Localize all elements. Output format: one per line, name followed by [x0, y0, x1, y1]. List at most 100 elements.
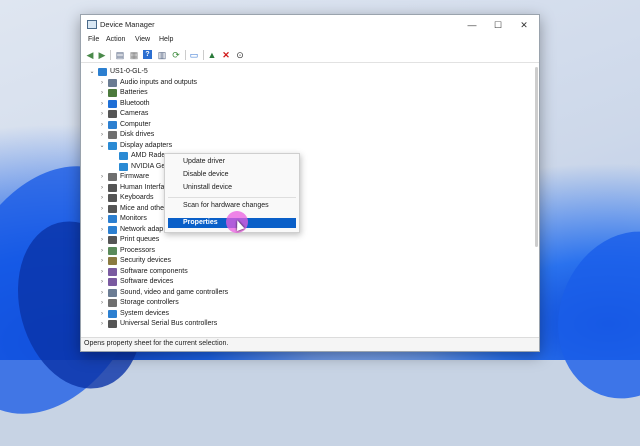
- tree-item[interactable]: › Disk drives: [81, 130, 521, 140]
- chevron-right-icon[interactable]: ›: [99, 309, 105, 319]
- monitor-icon[interactable]: ▭: [189, 50, 199, 60]
- uninstall-icon[interactable]: ✕: [221, 50, 231, 60]
- gpu-icon: [119, 152, 128, 160]
- tree-item[interactable]: › Print queues: [81, 235, 521, 245]
- chevron-right-icon[interactable]: ›: [99, 256, 105, 266]
- monitor-icon: [108, 215, 117, 223]
- tree-item[interactable]: › Computer: [81, 120, 521, 130]
- chevron-right-icon[interactable]: ›: [99, 235, 105, 245]
- tree-item[interactable]: › Processors: [81, 246, 521, 256]
- audio-icon: [108, 79, 117, 87]
- wallpaper-bloom-shape: [535, 211, 640, 419]
- tree-root[interactable]: ⌄ US1-0-GL-5: [81, 67, 521, 77]
- tree-item[interactable]: › Storage controllers: [81, 298, 521, 308]
- tree-item[interactable]: › Keyboards: [81, 193, 521, 203]
- tree-item-label: Bluetooth: [120, 100, 150, 107]
- tree-item[interactable]: › Security devices: [81, 256, 521, 266]
- tree-item-label: NVIDIA Ge: [131, 163, 166, 170]
- menu-help[interactable]: Help: [159, 36, 173, 43]
- back-icon[interactable]: ◀: [85, 50, 95, 60]
- chevron-right-icon[interactable]: ›: [99, 225, 105, 235]
- tree-item[interactable]: › Firmware: [81, 172, 521, 182]
- close-button[interactable]: ✕: [511, 17, 537, 33]
- chevron-right-icon[interactable]: ›: [99, 183, 105, 193]
- display-adapter-icon: [108, 142, 117, 150]
- device-manager-icon: [87, 20, 97, 29]
- tree-item[interactable]: › Network adap: [81, 225, 521, 235]
- computer-icon: [108, 121, 117, 129]
- download-icon[interactable]: ⊙: [235, 50, 245, 60]
- chevron-right-icon[interactable]: ›: [99, 172, 105, 182]
- chevron-down-icon[interactable]: ⌄: [89, 67, 95, 77]
- context-uninstall-device[interactable]: Uninstall device: [183, 184, 232, 191]
- panel-icon[interactable]: ▥: [157, 50, 167, 60]
- chevron-right-icon[interactable]: ›: [99, 78, 105, 88]
- chevron-right-icon[interactable]: ›: [99, 298, 105, 308]
- tree-item[interactable]: › Mice and othe: [81, 204, 521, 214]
- update-driver-icon[interactable]: ▲: [207, 50, 217, 60]
- chevron-right-icon[interactable]: ›: [99, 288, 105, 298]
- list-icon[interactable]: ▦: [129, 50, 139, 60]
- tree-item[interactable]: › Human Interfa: [81, 183, 521, 193]
- tree-item-label: Sound, video and game controllers: [120, 289, 229, 296]
- chevron-right-icon[interactable]: ›: [99, 130, 105, 140]
- chevron-right-icon[interactable]: ›: [99, 204, 105, 214]
- tree-item[interactable]: › Software components: [81, 267, 521, 277]
- tree-item-label: Batteries: [120, 89, 148, 96]
- chevron-right-icon[interactable]: ›: [99, 99, 105, 109]
- tree-item-label: Security devices: [120, 257, 171, 264]
- menu-file[interactable]: File: [88, 36, 99, 43]
- context-scan-hardware[interactable]: Scan for hardware changes: [183, 202, 269, 209]
- tree-item-label: Display adapters: [120, 142, 173, 149]
- tree-item[interactable]: › Batteries: [81, 88, 521, 98]
- tree-item-label: Universal Serial Bus controllers: [120, 320, 218, 327]
- maximize-button[interactable]: ☐: [485, 17, 511, 33]
- tree-item-label: Print queues: [120, 236, 160, 243]
- tree-child-item[interactable]: AMD Radeon: [81, 151, 521, 161]
- chevron-right-icon[interactable]: ›: [99, 267, 105, 277]
- tree-item[interactable]: › Audio inputs and outputs: [81, 78, 521, 88]
- tree-item-label: Mice and othe: [120, 205, 164, 212]
- toolbar: ◀ ▶ ▤ ▦ ? ▥ ⟳ ▭ ▲ ✕ ⊙: [81, 48, 539, 63]
- tree-item-label: Storage controllers: [120, 299, 179, 306]
- tree-item[interactable]: › Monitors: [81, 214, 521, 224]
- menu-view[interactable]: View: [135, 36, 150, 43]
- tree-item-label: Firmware: [120, 173, 150, 180]
- context-properties[interactable]: Properties: [183, 219, 218, 226]
- chevron-right-icon[interactable]: ›: [99, 277, 105, 287]
- tree-item[interactable]: › Bluetooth: [81, 99, 521, 109]
- tree-item[interactable]: › Sound, video and game controllers: [81, 288, 521, 298]
- toolbar-separator: [185, 50, 186, 60]
- context-disable-device[interactable]: Disable device: [183, 171, 229, 178]
- vertical-scrollbar[interactable]: [535, 67, 538, 247]
- help-icon[interactable]: ?: [143, 50, 152, 59]
- chevron-right-icon[interactable]: ›: [99, 214, 105, 224]
- tree-item-label: Software components: [120, 268, 188, 275]
- chevron-right-icon[interactable]: ›: [99, 120, 105, 130]
- software-component-icon: [108, 268, 117, 276]
- properties-icon[interactable]: ▤: [115, 50, 125, 60]
- chevron-down-icon[interactable]: ⌄: [99, 141, 105, 151]
- tree-item[interactable]: › Cameras: [81, 109, 521, 119]
- chevron-right-icon[interactable]: ›: [99, 193, 105, 203]
- minimize-button[interactable]: —: [459, 17, 485, 33]
- chevron-right-icon[interactable]: ›: [99, 319, 105, 329]
- tree-item[interactable]: ⌄ Display adapters: [81, 141, 521, 151]
- scan-icon[interactable]: ⟳: [171, 50, 181, 60]
- tree-item[interactable]: › Universal Serial Bus controllers: [81, 319, 521, 329]
- context-update-driver[interactable]: Update driver: [183, 158, 225, 165]
- forward-icon[interactable]: ▶: [97, 50, 107, 60]
- title-bar[interactable]: Device Manager — ☐ ✕: [81, 15, 539, 35]
- tree-item[interactable]: › Software devices: [81, 277, 521, 287]
- toolbar-separator: [203, 50, 204, 60]
- tree-item[interactable]: › System devices: [81, 309, 521, 319]
- chevron-right-icon[interactable]: ›: [99, 109, 105, 119]
- tree-item-label: Human Interfa: [120, 184, 165, 191]
- network-icon: [108, 226, 117, 234]
- menu-action[interactable]: Action: [106, 36, 125, 43]
- tree-child-item[interactable]: NVIDIA Ge: [81, 162, 521, 172]
- bluetooth-icon: [108, 100, 117, 108]
- chevron-right-icon[interactable]: ›: [99, 88, 105, 98]
- system-icon: [108, 310, 117, 318]
- chevron-right-icon[interactable]: ›: [99, 246, 105, 256]
